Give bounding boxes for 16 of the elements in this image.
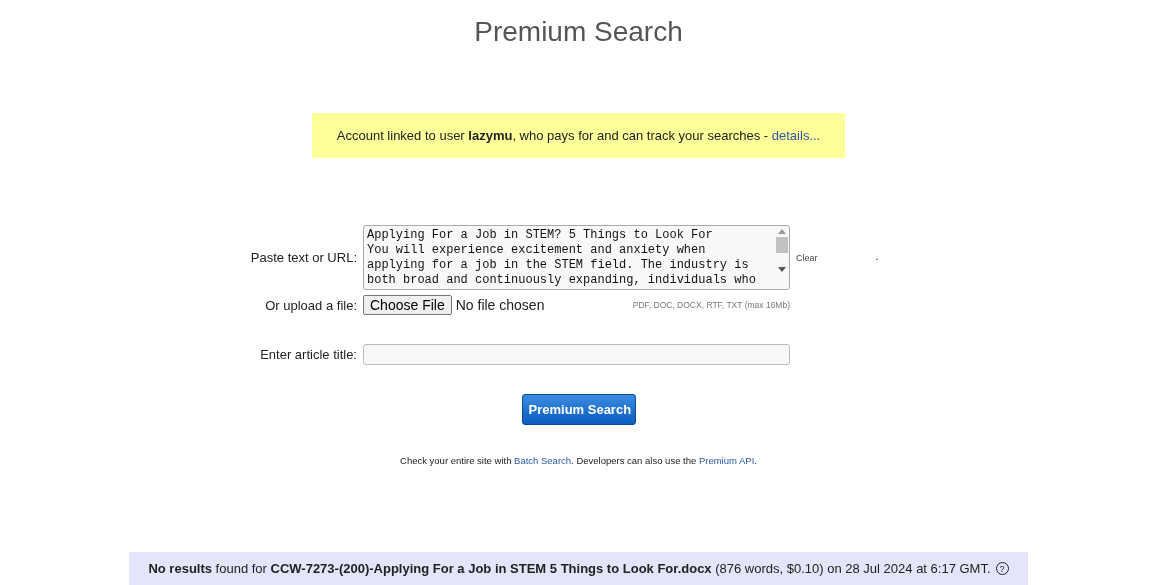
paste-label: Paste text or URL: <box>249 250 358 265</box>
info-text: Check your entire site with Batch Search. Developers can also use the Premium API. <box>400 455 757 466</box>
page-title: Premium Search <box>474 15 683 49</box>
dot-mark: . <box>875 249 879 262</box>
text-area[interactable]: Applying For a Job in STEM? 5 Things to Look For You will experience excitement and anxiety when applying for a job in the STEM field. The industry is both broad and continuously expanding, individuals who <box>363 225 790 290</box>
upload-label: Or upload a file: <box>264 297 358 313</box>
account-notice: Account linked to user lazymu, who pays for and can track your searches - details... <box>312 113 845 158</box>
choose-file-button[interactable]: Choose File <box>363 295 452 315</box>
search-button[interactable]: Premium Search <box>521 394 636 425</box>
title-field[interactable] <box>363 344 790 365</box>
result-text: No results found for CCW-7273-(200)-Applying For a Job in STEM 5 Things to Look For.docx (876 words, $0.10) on 28 Jul 2024 at 6:17 GMT. <box>148 561 991 576</box>
file-status: No file chosen <box>455 297 545 313</box>
details-link[interactable]: details... <box>771 128 821 143</box>
clear-link[interactable]: Clear <box>796 252 818 263</box>
file-formats: PDF, DOC, DOCX, RTF, TXT (max 16Mb) <box>632 300 790 310</box>
title-label: Enter article title: <box>259 347 358 362</box>
